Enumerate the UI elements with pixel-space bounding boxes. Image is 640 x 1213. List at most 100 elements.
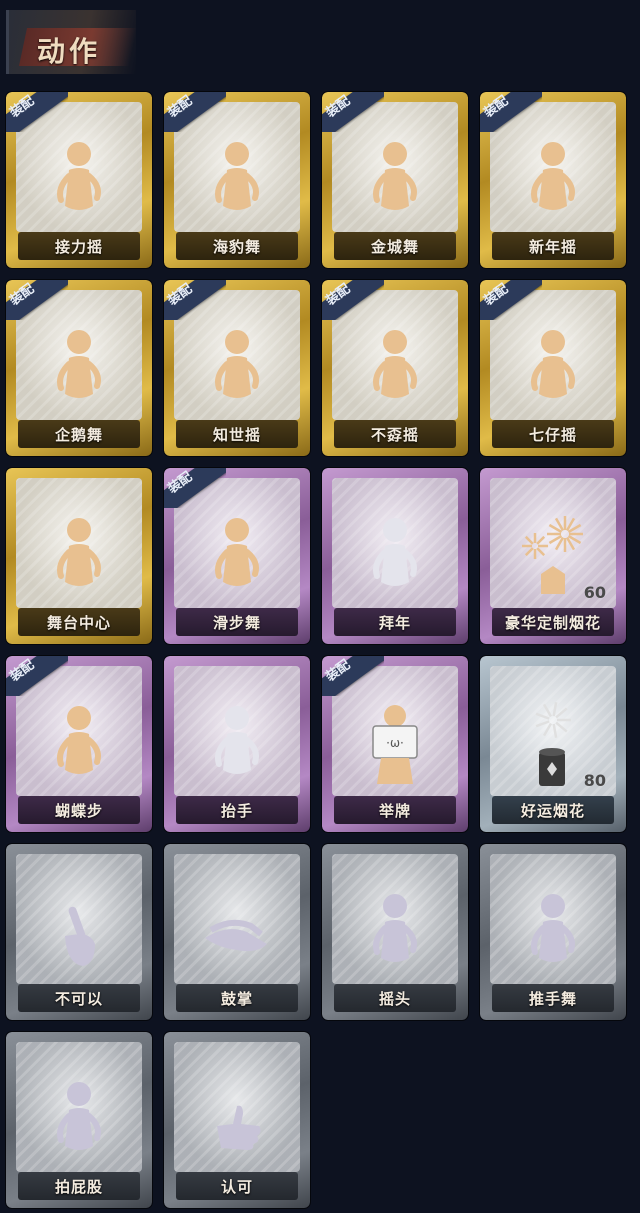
card-label: 新年摇 xyxy=(528,237,577,256)
card-label: 举牌 xyxy=(378,801,411,820)
section-header: 动作 xyxy=(6,10,138,74)
action-card[interactable]: 80 好运烟花 xyxy=(480,656,626,832)
card-label-bar: 接力摇 xyxy=(18,232,140,260)
card-label-bar: 海豹舞 xyxy=(176,232,298,260)
card-label: 认可 xyxy=(220,1177,253,1196)
card-label: 企鹅舞 xyxy=(54,425,103,444)
card-label: 滑步舞 xyxy=(212,613,261,632)
action-card[interactable]: 认可 xyxy=(164,1032,310,1208)
card-label-bar: 举牌 xyxy=(334,796,456,824)
raise-hand-icon xyxy=(197,700,277,790)
action-card[interactable]: 舞台中心 xyxy=(6,468,152,644)
card-label-bar: 知世摇 xyxy=(176,420,298,448)
action-card[interactable]: 知世摇 装配 xyxy=(164,280,310,456)
card-label: 知世摇 xyxy=(212,425,261,444)
equipped-badge: 装配 xyxy=(6,92,68,132)
equipped-badge: 装配 xyxy=(164,280,226,320)
card-label: 海豹舞 xyxy=(212,237,261,256)
card-label: 抬手 xyxy=(220,801,253,820)
shake-head-icon xyxy=(355,888,435,978)
card-label: 拍屁股 xyxy=(54,1177,103,1196)
thumbs-up-icon xyxy=(197,1076,277,1166)
clap-icon xyxy=(197,888,277,978)
fireworks-icon xyxy=(513,512,593,602)
card-label: 拜年 xyxy=(378,613,411,632)
dancer-icon xyxy=(355,136,435,226)
card-label: 好运烟花 xyxy=(520,801,585,820)
action-card[interactable]: 新年摇 装配 xyxy=(480,92,626,268)
firecracker-icon xyxy=(513,700,593,790)
card-label-bar: 鼓掌 xyxy=(176,984,298,1012)
card-label-bar: 企鹅舞 xyxy=(18,420,140,448)
equipped-badge: 装配 xyxy=(480,280,542,320)
dancer-icon xyxy=(197,324,277,414)
action-card[interactable]: 抬手 xyxy=(164,656,310,832)
card-label-bar: 七仔摇 xyxy=(492,420,614,448)
equipped-badge: 装配 xyxy=(164,468,226,508)
dancer-icon xyxy=(355,324,435,414)
card-label: 推手舞 xyxy=(528,989,577,1008)
action-card[interactable]: 鼓掌 xyxy=(164,844,310,1020)
action-card[interactable]: 摇头 xyxy=(322,844,468,1020)
slap-icon xyxy=(39,1076,119,1166)
card-label: 鼓掌 xyxy=(220,989,253,1008)
action-card[interactable]: 金城舞 装配 xyxy=(322,92,468,268)
item-count: 60 xyxy=(583,583,606,602)
action-card[interactable]: 不孬摇 装配 xyxy=(322,280,468,456)
equipped-badge: 装配 xyxy=(480,92,542,132)
dancer-icon xyxy=(197,136,277,226)
action-card[interactable]: 不可以 xyxy=(6,844,152,1020)
action-card[interactable]: 接力摇 装配 xyxy=(6,92,152,268)
action-card[interactable]: 拍屁股 xyxy=(6,1032,152,1208)
action-card[interactable]: 企鹅舞 装配 xyxy=(6,280,152,456)
card-label-bar: 摇头 xyxy=(334,984,456,1012)
card-label-bar: 不可以 xyxy=(18,984,140,1012)
card-label: 不孬摇 xyxy=(370,425,419,444)
card-label-bar: 滑步舞 xyxy=(176,608,298,636)
dancer-icon xyxy=(39,512,119,602)
dancer-icon xyxy=(513,888,593,978)
card-label-bar: 认可 xyxy=(176,1172,298,1200)
action-card[interactable]: 海豹舞 装配 xyxy=(164,92,310,268)
action-card[interactable]: 拜年 xyxy=(322,468,468,644)
card-label: 豪华定制烟花 xyxy=(504,613,601,632)
action-card[interactable]: 60 豪华定制烟花 xyxy=(480,468,626,644)
bow-icon xyxy=(355,512,435,602)
card-label-bar: 不孬摇 xyxy=(334,420,456,448)
dancer-icon xyxy=(39,324,119,414)
card-label: 摇头 xyxy=(378,989,411,1008)
card-label: 蝴蝶步 xyxy=(54,801,103,820)
card-label: 金城舞 xyxy=(370,237,419,256)
section-title: 动作 xyxy=(37,35,102,68)
equipped-badge: 装配 xyxy=(6,280,68,320)
action-card[interactable]: 七仔摇 装配 xyxy=(480,280,626,456)
card-label-bar: 推手舞 xyxy=(492,984,614,1012)
dancer-icon xyxy=(197,512,277,602)
dancer-icon xyxy=(513,324,593,414)
equipped-badge: 装配 xyxy=(322,280,384,320)
finger-wag-icon xyxy=(39,888,119,978)
action-card[interactable]: 推手舞 xyxy=(480,844,626,1020)
item-count: 80 xyxy=(583,771,606,790)
dancer-icon xyxy=(39,700,119,790)
card-label-bar: 蝴蝶步 xyxy=(18,796,140,824)
card-label: 接力摇 xyxy=(54,237,103,256)
card-label-bar: 豪华定制烟花 xyxy=(492,608,614,636)
card-label: 舞台中心 xyxy=(46,613,111,632)
card-label-bar: 拍屁股 xyxy=(18,1172,140,1200)
card-label-bar: 好运烟花 xyxy=(492,796,614,824)
dancer-icon xyxy=(513,136,593,226)
equipped-badge: 装配 xyxy=(6,656,68,696)
card-label-bar: 拜年 xyxy=(334,608,456,636)
action-card[interactable]: 滑步舞 装配 xyxy=(164,468,310,644)
equipped-badge: 装配 xyxy=(322,92,384,132)
action-card[interactable]: 蝴蝶步 装配 xyxy=(6,656,152,832)
card-label: 不可以 xyxy=(54,989,103,1008)
card-label: 七仔摇 xyxy=(528,425,577,444)
card-label-bar: 金城舞 xyxy=(334,232,456,260)
dancer-icon xyxy=(39,136,119,226)
svg-text:·ω·: ·ω· xyxy=(386,736,404,750)
card-label-bar: 舞台中心 xyxy=(18,608,140,636)
card-label-bar: 抬手 xyxy=(176,796,298,824)
action-card[interactable]: ·ω· 举牌 装配 xyxy=(322,656,468,832)
